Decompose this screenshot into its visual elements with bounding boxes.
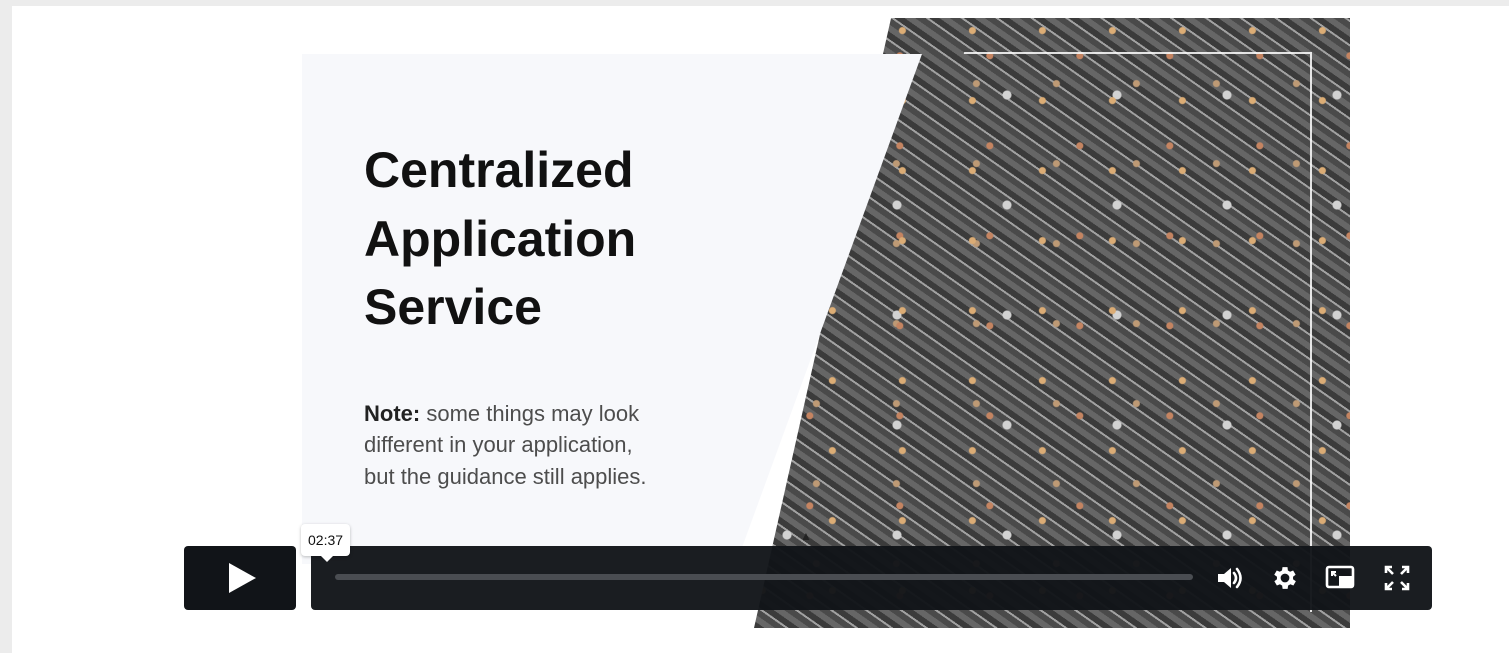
fullscreen-button[interactable] [1381, 562, 1413, 594]
time-tooltip: 02:37 [301, 524, 351, 562]
gear-icon [1274, 567, 1296, 589]
picture-in-picture-button[interactable] [1325, 562, 1357, 594]
settings-button[interactable] [1269, 562, 1301, 594]
slide-title-line: Centralized [364, 142, 634, 198]
note-line: different in your application, [364, 432, 633, 458]
play-icon [228, 563, 256, 593]
progress-bar[interactable] [335, 574, 1193, 580]
fullscreen-icon [1384, 565, 1410, 591]
note-label: Note: [364, 401, 421, 426]
note-line: Note: some things may look [364, 398, 784, 429]
slide-note: Note: some things may look different in … [364, 398, 784, 492]
video-player[interactable]: Centralized Application Service Note: so… [184, 18, 1434, 628]
note-line: but the guidance still applies. [364, 463, 647, 489]
mouse-cursor-icon: ▲ [800, 529, 812, 543]
picture-in-picture-icon [1325, 565, 1355, 589]
slide-title: Centralized Application Service [364, 136, 784, 342]
play-button[interactable] [184, 546, 296, 610]
control-bar [311, 546, 1432, 610]
note-text: some things may look [426, 401, 640, 426]
volume-icon [1218, 567, 1242, 589]
slide-title-line: Application [364, 210, 637, 267]
slide-title-line: Service [364, 279, 542, 335]
page-background: Centralized Application Service Note: so… [12, 6, 1509, 653]
volume-button[interactable] [1214, 562, 1246, 594]
